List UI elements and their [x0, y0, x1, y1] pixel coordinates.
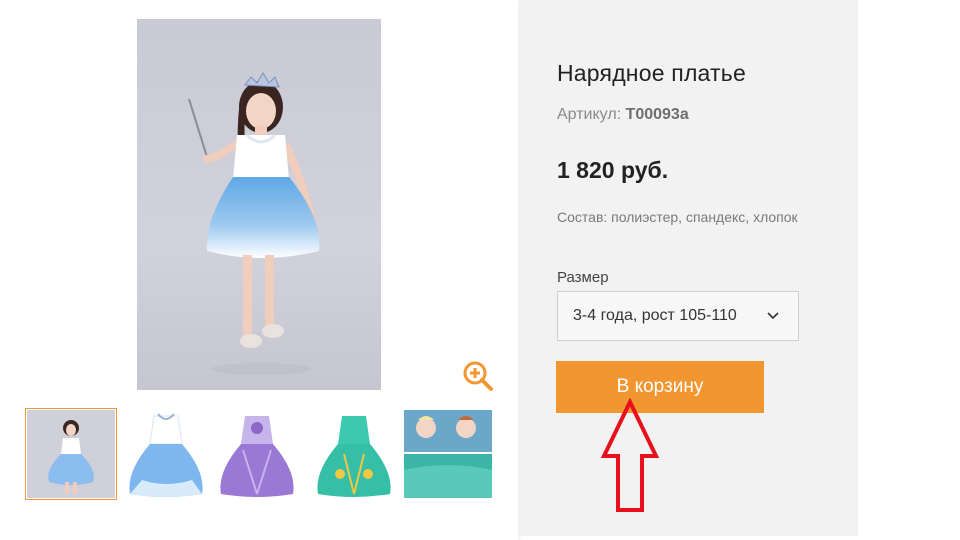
product-price: 1 820 руб. [557, 157, 669, 183]
thumbnail-green-dress-image [317, 416, 391, 497]
thumbnail-2[interactable] [122, 410, 210, 498]
add-to-cart-button[interactable]: В корзину [556, 361, 764, 413]
thumbnail-3[interactable] [213, 410, 301, 498]
thumbnail-purple-dress-image [220, 416, 294, 497]
product-composition: Состав: полиэстер, спандекс, хлопок [557, 209, 798, 225]
thumbnail-1[interactable] [25, 408, 117, 500]
size-selected-value: 3-4 года, рост 105-110 [573, 307, 737, 324]
size-select[interactable]: 3-4 года, рост 105-110 [557, 291, 799, 341]
chevron-down-icon [767, 312, 779, 320]
zoom-in-icon[interactable] [462, 360, 494, 392]
thumbnail-4[interactable] [310, 410, 398, 498]
product-sku: Артикул: T00093a [557, 106, 689, 124]
girl-in-dress-illustration [188, 72, 320, 375]
main-product-image[interactable] [137, 19, 381, 390]
thumbnail-5[interactable] [404, 410, 492, 498]
thumbnail-girl-dress-image [27, 410, 115, 498]
thumbnail-blue-dress-image [129, 413, 203, 497]
size-label: Размер [557, 269, 609, 286]
annotation-arrow-icon [600, 398, 660, 512]
sku-value: T00093a [625, 106, 689, 123]
sku-label: Артикул: [557, 106, 622, 123]
product-title: Нарядное платье [557, 60, 746, 86]
thumbnail-frozen-dress-image [404, 410, 492, 498]
